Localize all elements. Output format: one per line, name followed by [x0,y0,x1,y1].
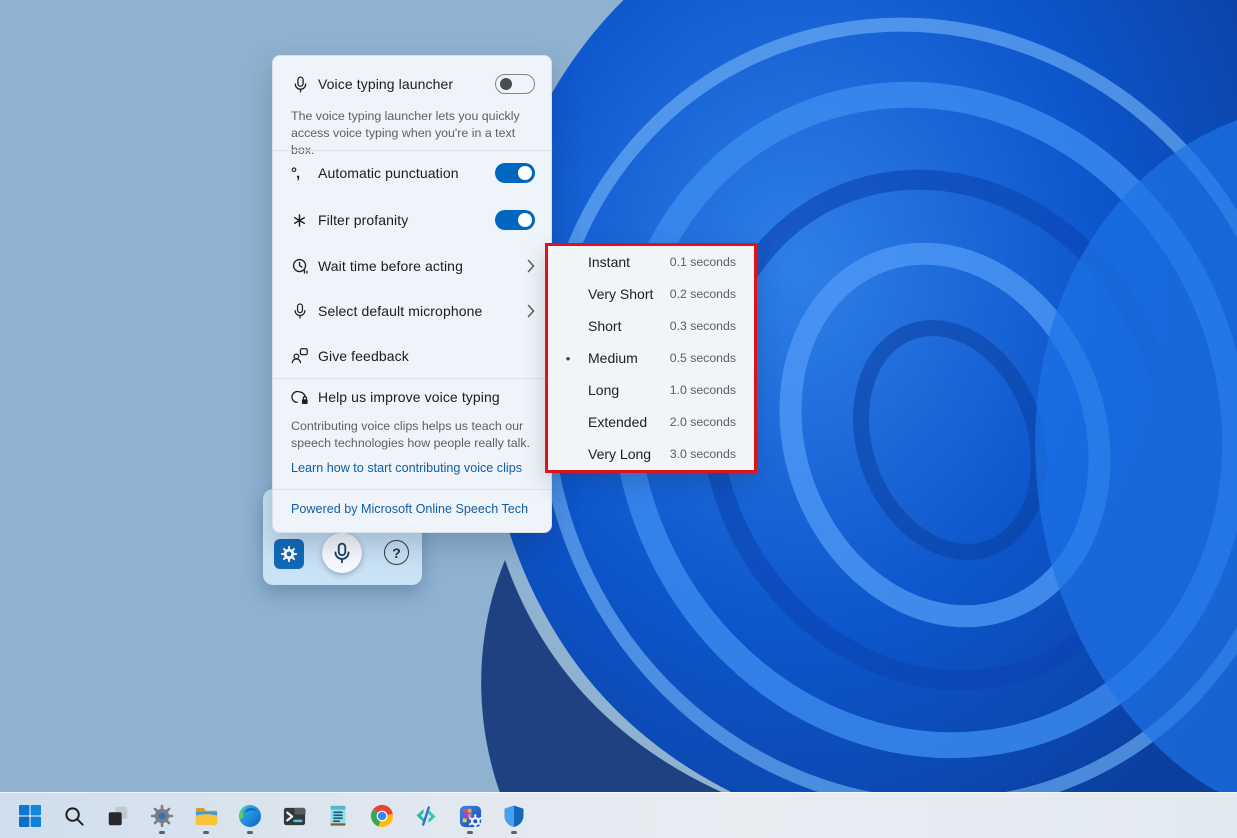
menu-item-instant[interactable]: Instant 0.1 seconds [548,246,754,278]
menu-item-extended[interactable]: Extended 2.0 seconds [548,406,754,438]
gear-icon [280,545,298,563]
filter-profanity-toggle[interactable] [495,210,535,230]
filter-profanity-label: Filter profanity [318,212,495,228]
speech-bubble-lock-icon [291,388,318,407]
code-arrows-icon [414,804,438,828]
file-explorer-button[interactable] [186,796,226,836]
automatic-punctuation-row[interactable]: °, Automatic punctuation [273,151,551,195]
notepad-button[interactable] [318,796,358,836]
voice-typing-microphone-button[interactable] [322,533,362,573]
taskbar-search-button[interactable] [54,796,94,836]
microphone-icon [291,75,318,94]
start-button[interactable] [10,796,50,836]
menu-item-long[interactable]: Long 1.0 seconds [548,374,754,406]
notepad-icon [326,804,350,828]
terminal-button[interactable] [274,796,314,836]
asterisk-icon [291,212,318,229]
automatic-punctuation-label: Automatic punctuation [318,165,495,181]
running-indicator [467,831,473,834]
help-improve-row: Help us improve voice typing [273,380,551,414]
windows-security-button[interactable] [494,796,534,836]
search-icon [63,805,86,828]
powered-by-link[interactable]: Powered by Microsoft Online Speech Tech [291,502,537,516]
terminal-icon [282,804,307,829]
running-indicator [203,831,209,834]
wait-time-label: Wait time before acting [318,258,523,274]
give-feedback-row[interactable]: Give feedback [273,335,551,377]
automatic-punctuation-toggle[interactable] [495,163,535,183]
wait-time-submenu: Instant 0.1 seconds Very Short 0.2 secon… [545,243,757,473]
voice-typing-settings-flyout: Voice typing launcher The voice typing l… [272,55,552,533]
voice-typing-launcher-row[interactable]: Voice typing launcher [273,64,551,104]
chrome-button[interactable] [362,796,402,836]
select-microphone-row[interactable]: Select default microphone [273,289,551,333]
divider [273,378,551,379]
voice-typing-launcher-label: Voice typing launcher [318,76,495,92]
microphone-icon [330,541,354,565]
select-microphone-label: Select default microphone [318,303,523,319]
filter-profanity-row[interactable]: Filter profanity [273,198,551,242]
task-view-button[interactable] [98,796,138,836]
selected-bullet: • [548,352,588,365]
punctuation-icon: °, [291,166,318,181]
menu-item-very-long[interactable]: Very Long 3.0 seconds [548,438,754,470]
windows-logo-icon [18,804,42,828]
taskbar [0,792,1237,838]
menu-item-short[interactable]: Short 0.3 seconds [548,310,754,342]
voice-typing-help-button[interactable]: ? [384,540,409,565]
running-indicator [247,831,253,834]
wait-time-row[interactable]: Wait time before acting [273,244,551,288]
menu-item-very-short[interactable]: Very Short 0.2 seconds [548,278,754,310]
chevron-right-icon [523,304,535,318]
dev-home-icon [458,804,483,829]
dev-home-button[interactable] [450,796,490,836]
taskbar-settings-button[interactable] [142,796,182,836]
give-feedback-label: Give feedback [318,348,535,364]
edge-icon [238,804,262,828]
voice-typing-settings-button[interactable] [274,539,304,569]
help-improve-label: Help us improve voice typing [318,389,535,405]
chrome-icon [370,804,394,828]
menu-item-medium[interactable]: • Medium 0.5 seconds [548,342,754,374]
security-shield-icon [502,804,526,828]
running-indicator [511,831,517,834]
chevron-right-icon [523,259,535,273]
feedback-icon [291,347,318,365]
running-indicator [159,831,165,834]
task-view-icon [106,804,130,828]
settings-gear-icon [150,804,174,828]
desktop-screen: ? Voice typing launcher The voice typing… [0,0,1237,838]
dev-tool-button[interactable] [406,796,446,836]
learn-contributing-link[interactable]: Learn how to start contributing voice cl… [291,461,537,475]
clock-icon [291,257,318,276]
voice-typing-launcher-toggle[interactable] [495,74,535,94]
question-mark-icon: ? [392,545,401,561]
file-explorer-icon [194,804,219,829]
edge-button[interactable] [230,796,270,836]
divider [273,489,551,490]
microphone-icon [291,302,318,320]
help-improve-description: Contributing voice clips helps us teach … [291,418,537,452]
